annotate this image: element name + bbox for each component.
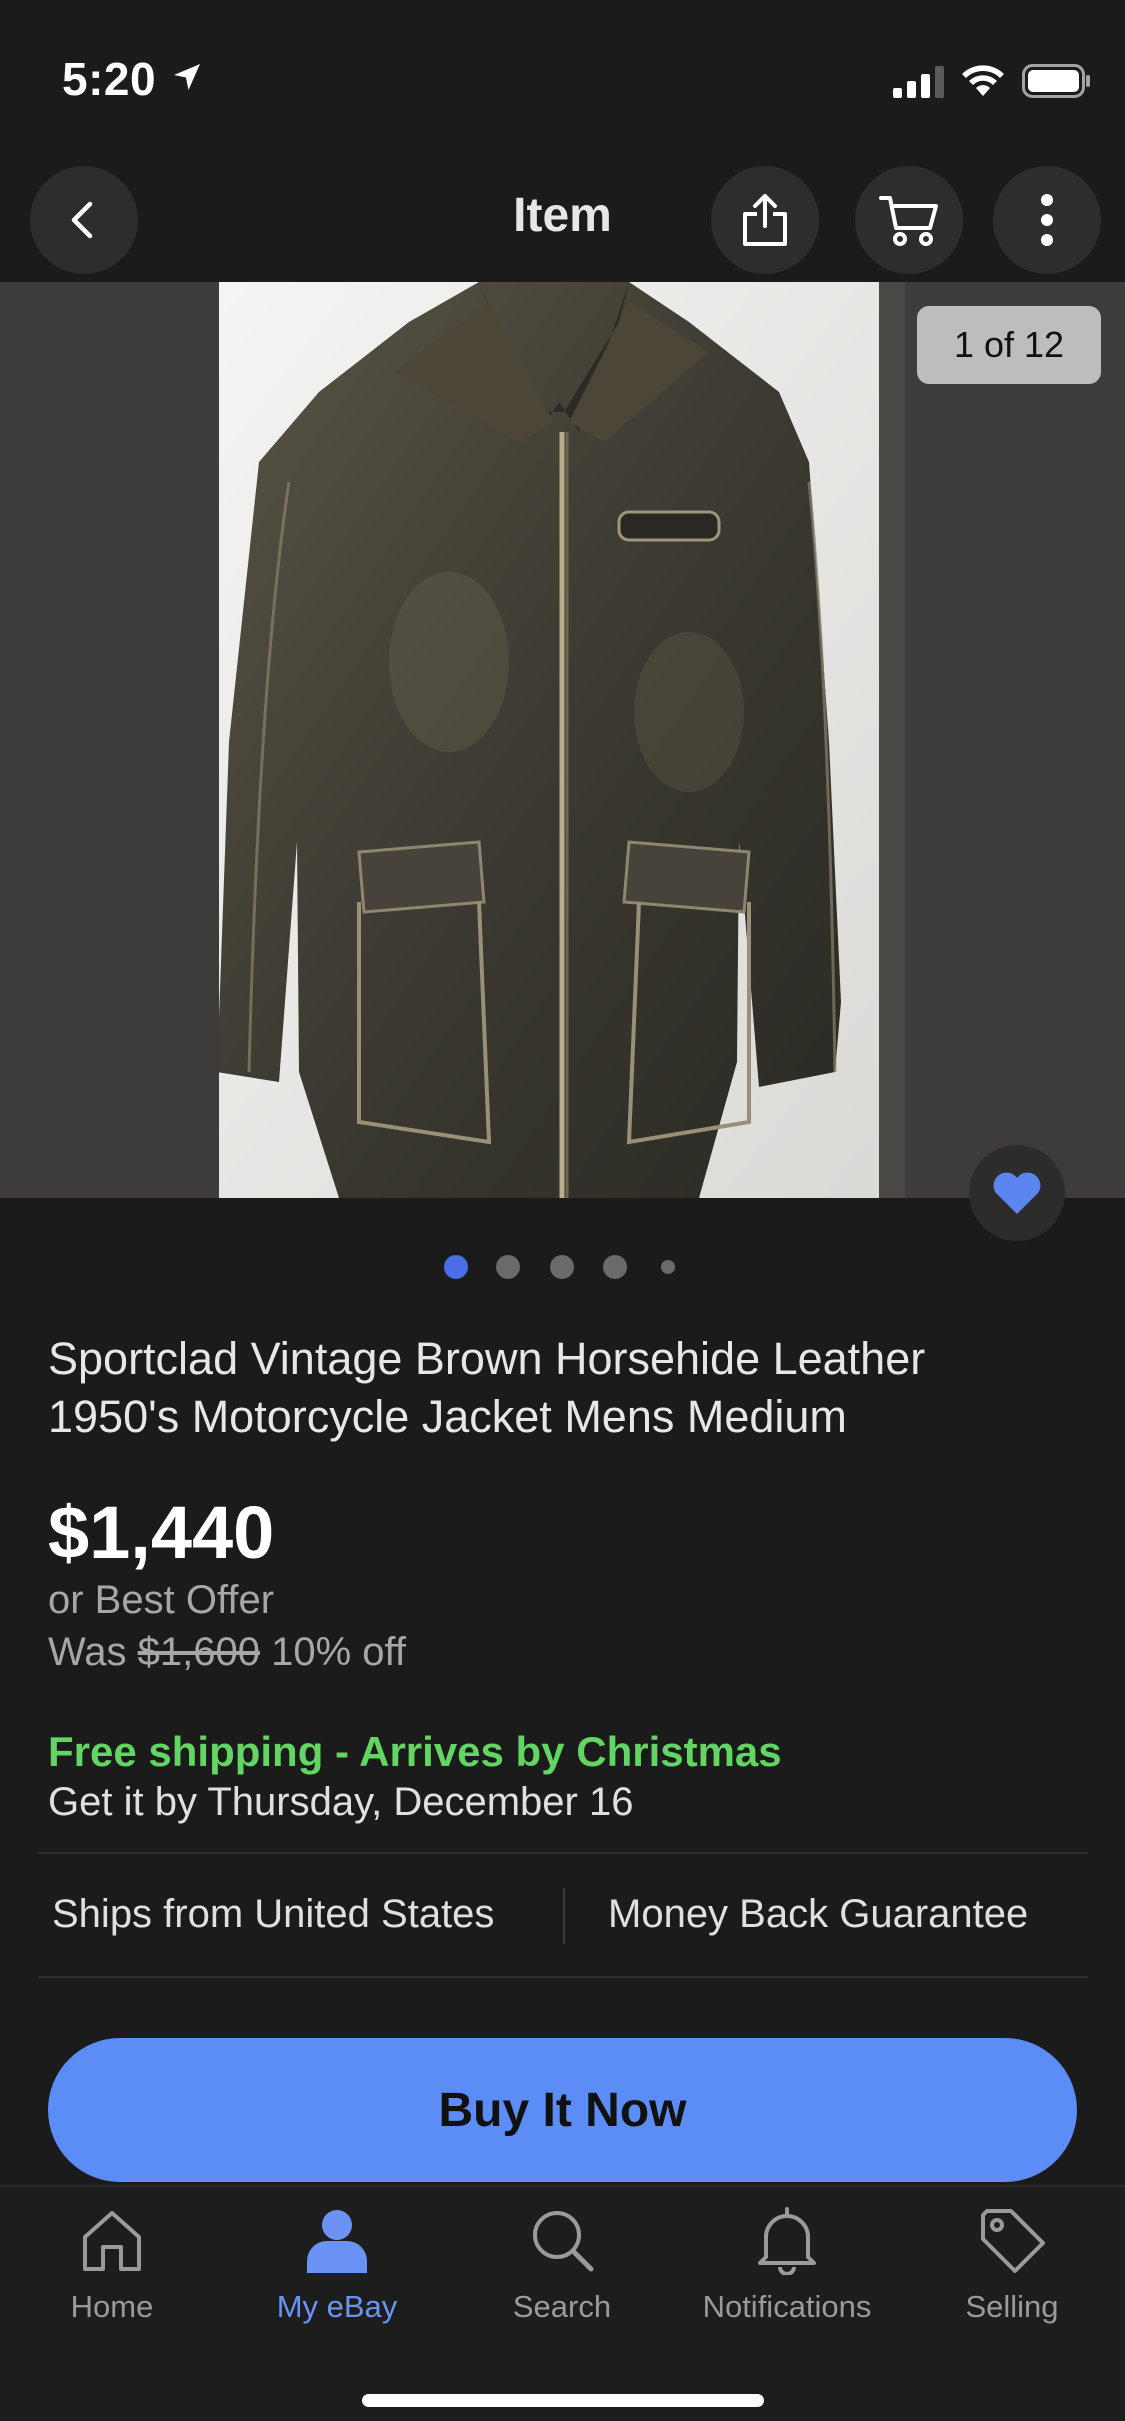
pagination-dot[interactable] (550, 1255, 574, 1279)
pagination-dot[interactable] (661, 1260, 675, 1274)
tab-label: Home (70, 2289, 154, 2324)
item-screen: 5:20 Item 1 of 12 Sportclad Vintage Brow… (0, 0, 1125, 2421)
more-vertical-icon (1041, 194, 1053, 246)
listing-price: $1,440 (48, 1491, 275, 1574)
tab-search[interactable]: Search (462, 2205, 662, 2325)
best-offer-text: or Best Offer (48, 1578, 275, 1622)
was-price-line: Was $1,600 10% off (48, 1630, 406, 1675)
tab-bar: Home My eBay Search Notifications Sellin… (0, 2185, 1125, 2421)
cart-button[interactable] (855, 166, 963, 274)
location-arrow-icon (174, 64, 200, 90)
share-button[interactable] (711, 166, 819, 274)
divider (38, 1976, 1088, 1978)
wifi-icon (962, 65, 1004, 96)
person-icon (307, 2210, 367, 2273)
discount-text: 10% off (271, 1630, 407, 1674)
photo-counter: 1 of 12 (917, 306, 1101, 384)
buy-it-now-button[interactable]: Buy It Now (48, 2038, 1077, 2182)
bell-icon (758, 2207, 816, 2275)
pagination-dot[interactable] (603, 1255, 627, 1279)
tab-label: Notifications (702, 2289, 872, 2324)
home-indicator[interactable] (362, 2394, 764, 2407)
tab-notifications[interactable]: Notifications (687, 2205, 887, 2325)
status-bar: 5:20 (0, 0, 1125, 160)
tab-my-ebay[interactable]: My eBay (237, 2205, 437, 2325)
product-photo[interactable] (219, 282, 905, 1198)
ships-from-text: Ships from United States (52, 1892, 495, 1936)
divider (563, 1888, 565, 1944)
listing-title: Sportclad Vintage Brown Horsehide Leathe… (48, 1333, 926, 1442)
tab-selling[interactable]: Selling (912, 2205, 1112, 2325)
cart-icon (879, 196, 938, 246)
home-icon (83, 2211, 141, 2271)
favorite-button[interactable] (969, 1145, 1065, 1241)
heart-icon (993, 1172, 1041, 1214)
divider (38, 1852, 1088, 1854)
shipping-headline: Free shipping - Arrives by Christmas (48, 1728, 782, 1775)
more-options-button[interactable] (993, 166, 1101, 274)
tab-label: Search (512, 2289, 612, 2324)
tab-label: Selling (965, 2289, 1059, 2324)
battery-icon (1022, 64, 1090, 98)
was-label: Was (48, 1630, 127, 1674)
search-icon (533, 2211, 594, 2272)
delivery-estimate: Get it by Thursday, December 16 (48, 1780, 634, 1824)
tag-icon (981, 2209, 1045, 2273)
money-back-guarantee-link[interactable]: Money Back Guarantee (608, 1892, 1028, 1937)
pagination-dot[interactable] (496, 1255, 520, 1279)
share-icon (743, 194, 787, 246)
nav-bar: Item (0, 160, 1125, 282)
cellular-signal-icon (893, 66, 944, 98)
gallery-pagination[interactable] (0, 1252, 1125, 1282)
status-time: 5:20 (62, 53, 157, 105)
original-price: $1,600 (137, 1630, 260, 1674)
pagination-dot[interactable] (444, 1255, 468, 1279)
photo-gallery[interactable]: 1 of 12 (0, 282, 1125, 1198)
tab-label: My eBay (276, 2289, 398, 2324)
tab-home[interactable]: Home (12, 2205, 212, 2325)
